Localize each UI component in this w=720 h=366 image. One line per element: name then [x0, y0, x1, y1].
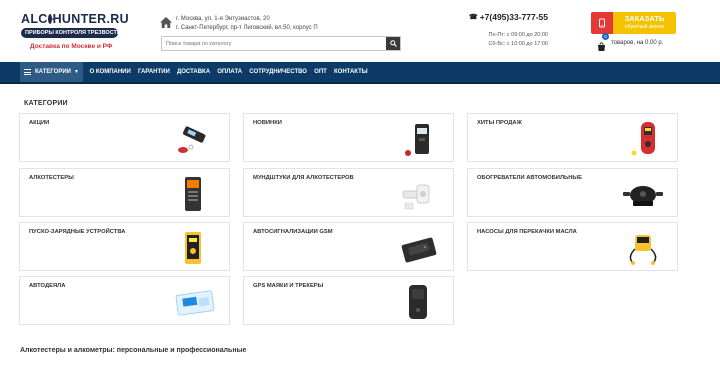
callback-label: Заказать [624, 14, 665, 23]
page-title: КАТЕГОРИИ [24, 100, 68, 107]
category-label: НОВИНКИ [253, 120, 282, 126]
category-card-mouthpieces[interactable]: МУНДШТУКИ ДЛЯ АЛКОТЕСТЕРОВ [243, 168, 454, 217]
phone-callback-icon [591, 12, 613, 34]
nav-item-contacts[interactable]: Контакты [330, 69, 371, 75]
nav-item-payment[interactable]: Оплата [214, 69, 246, 75]
category-label: АКЦИИ [29, 120, 50, 126]
main-nav: Категории ▼ О компании Гарантии Доставка… [0, 62, 720, 84]
search-input[interactable] [162, 37, 386, 50]
category-card-oil-pumps[interactable]: НАСОСЫ ДЛЯ ПЕРЕКАЧКИ МАСЛА [467, 222, 678, 271]
category-card-jump-starters[interactable]: ПУСКО-ЗАРЯДНЫЕ УСТРОЙСТВА [19, 222, 230, 271]
phone-number[interactable]: ☎ +7(495)33-777-55 [458, 12, 548, 22]
oil-pump-icon [629, 235, 657, 265]
home-icon [160, 17, 172, 28]
shopping-bag-icon: 0 [597, 33, 609, 51]
cart-count-badge: 0 [602, 33, 609, 40]
category-card-car-blankets[interactable]: АВТОДЕЯЛА [19, 276, 230, 325]
category-label: ОБОГРЕВАТЕЛИ АВТОМОБИЛЬНЫЕ [477, 175, 582, 181]
working-hours: Пн-Пт: с 09:00 до 20:00 Сб-Вс: с 10:00 д… [458, 31, 548, 49]
breathalyzer-handheld-icon [185, 177, 201, 211]
category-label: GPS МАЯКИ И ТРЕКЕРЫ [253, 283, 324, 289]
search-icon [389, 40, 397, 47]
gps-tracker-icon [409, 285, 427, 319]
category-card-gsm-alarms[interactable]: АВТОСИГНАЛИЗАЦИИ GSM [243, 222, 454, 271]
logo[interactable]: ALC HUNTER.RU ПРИБОРЫ КОНТРОЛЯ ТРЕЗВОСТИ [21, 12, 129, 38]
breathalyzer-device-icon [405, 124, 429, 156]
hamburger-icon [24, 68, 31, 76]
logo-o-icon [48, 14, 55, 24]
car-blanket-icon [175, 290, 215, 316]
category-label: МУНДШТУКИ ДЛЯ АЛКОТЕСТЕРОВ [253, 175, 354, 181]
search-button[interactable] [386, 37, 400, 50]
car-heater-icon [623, 186, 663, 206]
nav-item-partnership[interactable]: Сотрудничество [246, 69, 311, 75]
logo-tagline: ПРИБОРЫ КОНТРОЛЯ ТРЕЗВОСТИ [21, 28, 121, 38]
category-card-breathalyzers[interactable]: АЛКОТЕСТЕРЫ [19, 168, 230, 217]
category-label: НАСОСЫ ДЛЯ ПЕРЕКАЧКИ МАСЛА [477, 229, 577, 235]
category-card-bestsellers[interactable]: ХИТЫ ПРОДАЖ [467, 113, 678, 162]
category-card-car-heaters[interactable]: ОБОГРЕВАТЕЛИ АВТОМОБИЛЬНЫЕ [467, 168, 678, 217]
logo-text: ALC HUNTER.RU [21, 12, 129, 26]
category-card-gps-trackers[interactable]: GPS МАЯКИ И ТРЕКЕРЫ [243, 276, 454, 325]
nav-item-about[interactable]: О компании [86, 69, 134, 75]
hours-weekdays: Пн-Пт: с 09:00 до 20:00 [488, 32, 548, 38]
mouthpiece-icon [402, 184, 430, 210]
nav-catalog-dropdown[interactable]: Категории ▼ [20, 62, 83, 82]
gsm-alarm-icon [401, 237, 437, 263]
category-card-new[interactable]: НОВИНКИ [243, 113, 454, 162]
category-card-promotions[interactable]: АКЦИИ [19, 113, 230, 162]
logo-text-left: ALC [21, 12, 48, 26]
category-label: ПУСКО-ЗАРЯДНЫЕ УСТРОЙСТВА [29, 229, 126, 235]
category-label: АЛКОТЕСТЕРЫ [29, 175, 74, 181]
phone-icon: ☎ [468, 14, 478, 21]
seo-heading: Алкотестеры и алкометры: персональные и … [20, 347, 247, 354]
search-bar [161, 36, 401, 51]
jump-starter-icon [185, 232, 201, 264]
hours-weekend: Сб-Вс: с 10:00 до 17:00 [488, 41, 548, 47]
nav-catalog-label: Категории [35, 69, 71, 75]
site-header: ALC HUNTER.RU ПРИБОРЫ КОНТРОЛЯ ТРЕЗВОСТИ … [0, 0, 720, 62]
address-moscow: г. Москва, ул. 1-я Энтузиастов, 20 [176, 16, 270, 22]
cart-summary: товаров, на 0.00 р. [611, 39, 664, 46]
category-label: АВТОСИГНАЛИЗАЦИИ GSM [253, 229, 333, 235]
address-block: г. Москва, ул. 1-я Энтузиастов, 20 г. Са… [160, 15, 318, 33]
phone-text: +7(495)33-777-55 [479, 12, 548, 22]
chevron-down-icon: ▼ [73, 69, 79, 75]
callback-button[interactable]: Заказать обратный звонок [591, 12, 676, 34]
nav-item-delivery[interactable]: Доставка [173, 69, 213, 75]
breathalyzer-keychain-icon [178, 126, 206, 153]
category-label: АВТОДЕЯЛА [29, 283, 66, 289]
nav-item-wholesale[interactable]: Опт [311, 69, 331, 75]
category-label: ХИТЫ ПРОДАЖ [477, 120, 522, 126]
red-breathalyzer-icon [631, 122, 655, 156]
contact-block: ☎ +7(495)33-777-55 Пн-Пт: с 09:00 до 20:0… [458, 12, 548, 49]
callback-sublabel: обратный звонок [624, 24, 665, 30]
delivery-note: Доставка по Москве и РФ [30, 43, 113, 50]
cart[interactable]: 0 товаров, на 0.00 р. [597, 33, 664, 51]
address-spb: г. Санкт-Петербург, пр-т Лиговский, вл.5… [176, 25, 318, 31]
nav-item-guarantees[interactable]: Гарантии [134, 69, 173, 75]
logo-text-right: HUNTER.RU [52, 12, 129, 26]
